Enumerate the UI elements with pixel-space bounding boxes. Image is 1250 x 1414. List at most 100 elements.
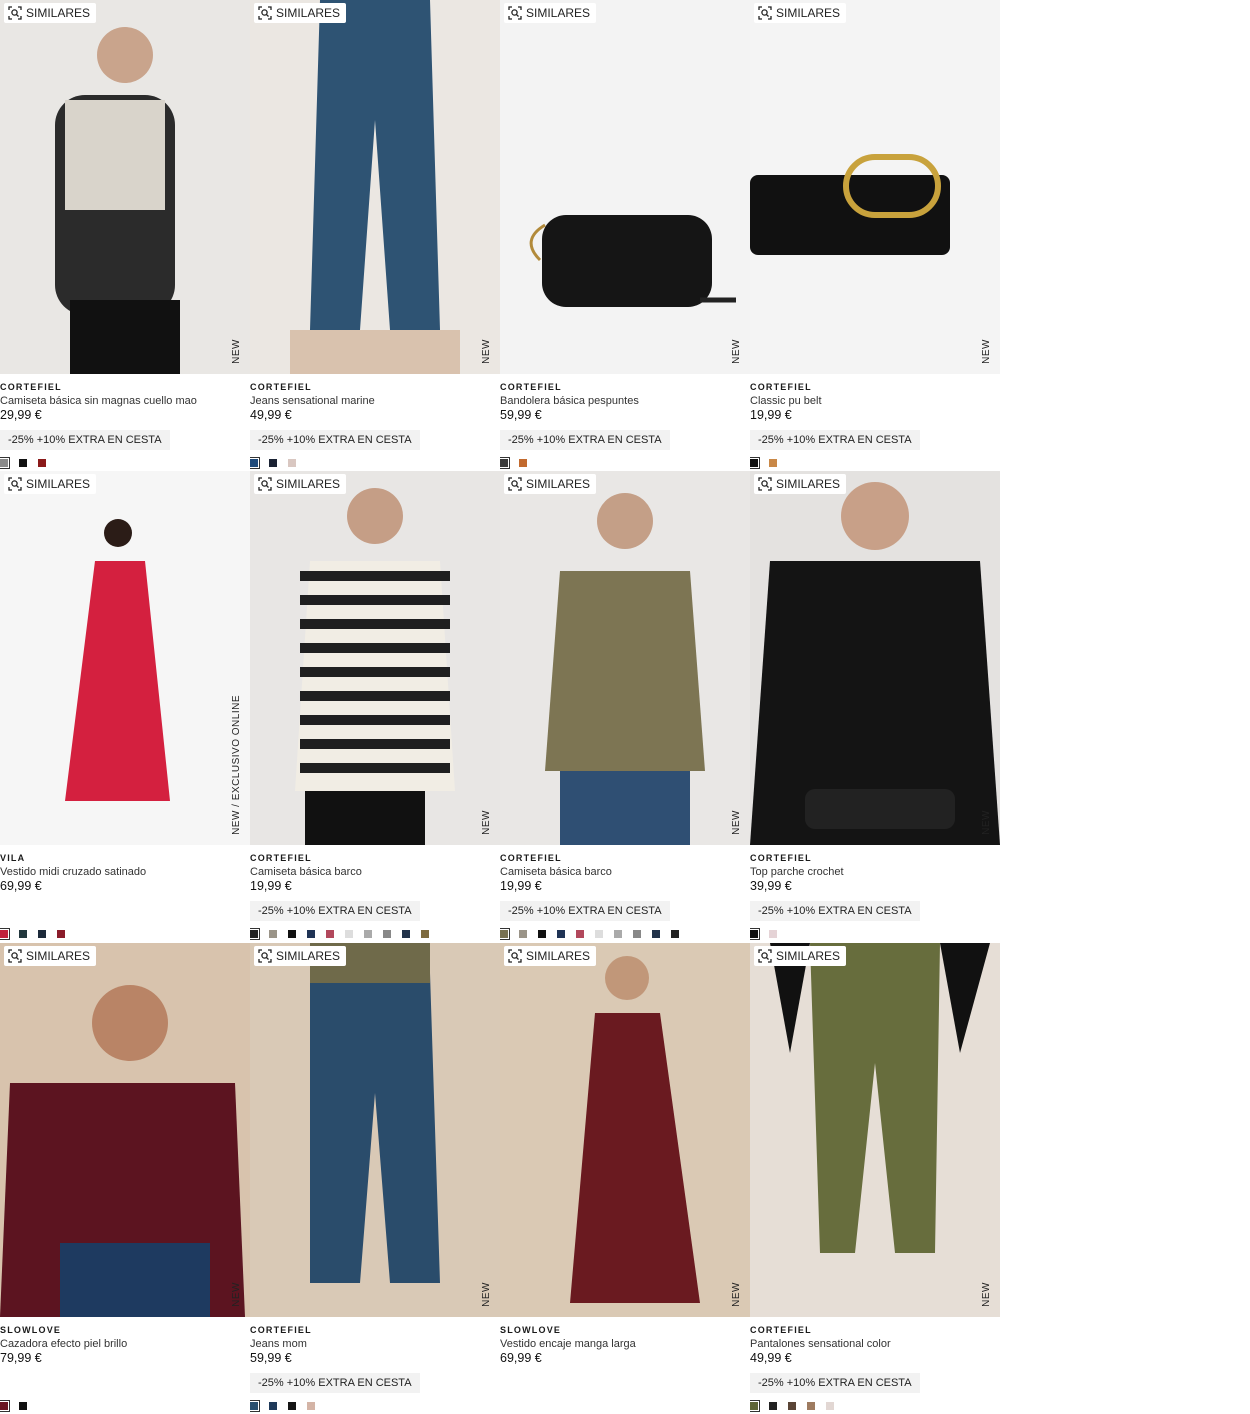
similares-button[interactable]: SIMILARES [504, 474, 597, 495]
product-brand: VILA [0, 853, 26, 864]
similares-button[interactable]: SIMILARES [254, 474, 347, 495]
similares-button[interactable]: SIMILARES [754, 945, 847, 966]
similares-button[interactable]: SIMILARES [254, 945, 347, 966]
color-swatch[interactable] [750, 928, 760, 941]
product-image[interactable]: SIMILARES NEW [750, 471, 1000, 846]
product-image[interactable]: SIMILARES NEW [750, 942, 1000, 1317]
product-name[interactable]: Cazadora efecto piel brillo [0, 1337, 246, 1351]
product-card[interactable]: SIMILARES NEW SLOWLOVE Cazadora efecto p… [0, 942, 250, 1414]
color-swatch[interactable] [250, 1399, 260, 1412]
color-swatch[interactable] [538, 930, 546, 939]
similares-button[interactable]: SIMILARES [4, 945, 97, 966]
color-swatch[interactable] [750, 1399, 760, 1412]
product-name[interactable]: Top parche crochet [750, 865, 996, 879]
product-card[interactable]: SIMILARES NEW CORTEFIEL Top parche croch… [750, 471, 1000, 942]
similares-button[interactable]: SIMILARES [504, 3, 597, 23]
similares-label: SIMILARES [776, 948, 841, 963]
color-swatch[interactable] [269, 459, 277, 467]
color-swatch[interactable] [500, 457, 510, 469]
color-swatch[interactable] [38, 459, 46, 467]
product-name[interactable]: Vestido midi cruzado satinado [0, 865, 246, 879]
color-swatch[interactable] [250, 928, 260, 941]
color-swatch[interactable] [0, 457, 10, 469]
color-swatch[interactable] [364, 930, 372, 939]
color-swatch[interactable] [826, 1401, 834, 1410]
product-card[interactable]: SIMILARES NEW CORTEFIEL Classic pu belt … [750, 0, 1000, 471]
product-image[interactable]: SIMILARES NEW [250, 942, 500, 1317]
color-swatch[interactable] [269, 1401, 277, 1410]
product-card[interactable]: SIMILARES NEW SLOWLOVE Vestido encaje ma… [500, 942, 750, 1414]
promo-badge: -25% +10% EXTRA EN CESTA [500, 901, 670, 922]
color-swatch[interactable] [288, 930, 296, 939]
color-swatch[interactable] [633, 930, 641, 939]
product-card[interactable]: SIMILARES NEW CORTEFIEL Camiseta básica … [0, 0, 250, 471]
color-swatch[interactable] [557, 930, 565, 939]
color-swatch[interactable] [500, 928, 510, 941]
product-card[interactable]: SIMILARES NEW CORTEFIEL Pantalones sensa… [750, 942, 1000, 1414]
color-swatch[interactable] [614, 930, 622, 939]
product-name[interactable]: Jeans mom [250, 1337, 496, 1351]
color-swatch[interactable] [307, 930, 315, 939]
product-card[interactable]: SIMILARES NEW / EXCLUSIVO ONLINE VILA Ve… [0, 471, 250, 942]
product-name[interactable]: Camiseta básica barco [250, 865, 496, 879]
color-swatch[interactable] [807, 1401, 815, 1410]
color-swatch[interactable] [326, 930, 334, 939]
product-name[interactable]: Bandolera básica pespuntes [500, 394, 746, 408]
color-swatch[interactable] [595, 930, 603, 939]
product-image[interactable]: SIMILARES NEW / EXCLUSIVO ONLINE [0, 471, 250, 846]
color-swatch[interactable] [769, 459, 777, 467]
product-image[interactable]: SIMILARES NEW [250, 0, 500, 374]
product-image[interactable]: SIMILARES NEW [750, 0, 1000, 374]
product-image[interactable]: SIMILARES NEW [500, 0, 750, 374]
color-swatch[interactable] [307, 1401, 315, 1410]
similares-button[interactable]: SIMILARES [4, 474, 97, 495]
color-swatch[interactable] [750, 457, 760, 469]
color-swatch[interactable] [421, 930, 429, 939]
color-swatch[interactable] [652, 930, 660, 939]
similares-button[interactable]: SIMILARES [254, 3, 347, 23]
product-name[interactable]: Classic pu belt [750, 394, 996, 408]
color-swatch[interactable] [288, 1401, 296, 1410]
product-image[interactable]: SIMILARES NEW [0, 0, 250, 374]
color-swatch[interactable] [402, 930, 410, 939]
color-swatch[interactable] [345, 930, 353, 939]
product-card[interactable]: SIMILARES NEW CORTEFIEL Jeans mom 59,99 … [250, 942, 500, 1414]
color-swatch[interactable] [769, 930, 777, 939]
product-name[interactable]: Pantalones sensational color [750, 1337, 996, 1351]
color-swatch[interactable] [38, 930, 46, 939]
color-swatch[interactable] [576, 930, 584, 939]
product-image[interactable]: SIMILARES NEW [0, 942, 250, 1317]
product-image[interactable]: SIMILARES NEW [500, 471, 750, 846]
similares-button[interactable]: SIMILARES [4, 3, 97, 23]
color-swatch[interactable] [788, 1401, 796, 1410]
color-swatch[interactable] [57, 930, 65, 939]
color-swatch[interactable] [671, 930, 679, 939]
product-name[interactable]: Camiseta básica barco [500, 865, 746, 879]
color-swatch[interactable] [250, 457, 260, 469]
product-name[interactable]: Vestido encaje manga larga [500, 1337, 746, 1351]
similares-button[interactable]: SIMILARES [754, 474, 847, 495]
product-name[interactable]: Camiseta básica sin magnas cuello mao [0, 394, 246, 408]
product-card[interactable]: SIMILARES NEW CORTEFIEL Camiseta básica … [250, 471, 500, 942]
color-swatch[interactable] [288, 459, 296, 467]
color-swatch[interactable] [269, 930, 277, 939]
product-card[interactable]: SIMILARES NEW CORTEFIEL Jeans sensationa… [250, 0, 500, 471]
color-swatch[interactable] [19, 459, 27, 467]
product-card[interactable]: SIMILARES NEW CORTEFIEL Camiseta básica … [500, 471, 750, 942]
product-image[interactable]: SIMILARES NEW [250, 471, 500, 846]
product-info: CORTEFIEL Classic pu belt 19,99 € -25% +… [750, 381, 996, 450]
color-swatch[interactable] [19, 930, 27, 939]
new-tag: NEW [981, 339, 992, 364]
color-swatch[interactable] [519, 930, 527, 939]
product-card[interactable]: SIMILARES NEW CORTEFIEL Bandolera básica… [500, 0, 750, 471]
color-swatch[interactable] [0, 1399, 10, 1412]
product-name[interactable]: Jeans sensational marine [250, 394, 496, 408]
product-image[interactable]: SIMILARES NEW [500, 942, 750, 1317]
similares-button[interactable]: SIMILARES [504, 945, 597, 966]
color-swatch[interactable] [383, 930, 391, 939]
color-swatch[interactable] [19, 1401, 27, 1410]
color-swatch[interactable] [519, 459, 527, 467]
color-swatch[interactable] [769, 1401, 777, 1410]
color-swatch[interactable] [0, 928, 10, 941]
similares-button[interactable]: SIMILARES [754, 3, 847, 23]
